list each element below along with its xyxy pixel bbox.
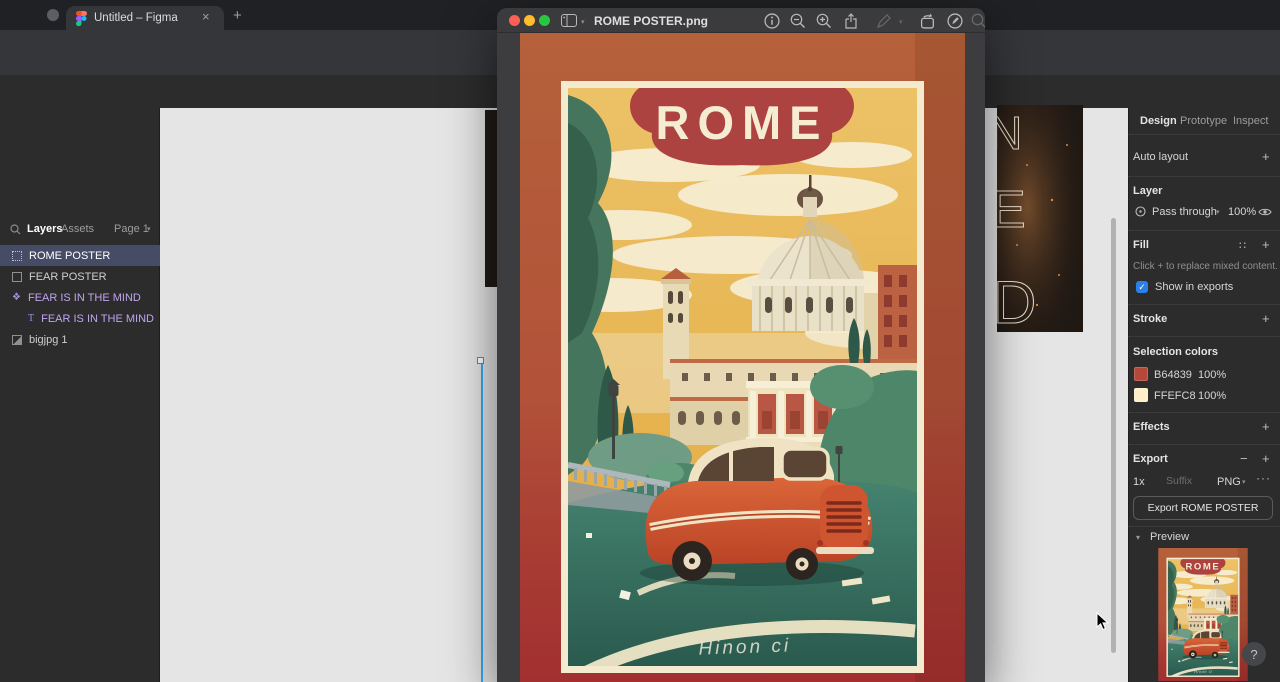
layer-row-fear-poster[interactable]: FEAR POSTER: [0, 266, 160, 287]
sidebar-toggle-icon[interactable]: [561, 14, 577, 27]
selection-colors-label: Selection colors: [1133, 346, 1218, 358]
chevron-down-icon[interactable]: ▾: [581, 18, 585, 26]
color-swatch[interactable]: [1134, 388, 1148, 402]
export-format-select[interactable]: PNG: [1217, 476, 1241, 488]
stroke-section-label: Stroke: [1133, 313, 1167, 325]
selection-handle[interactable]: [477, 357, 484, 364]
tab-assets[interactable]: Assets: [61, 223, 94, 235]
auto-layout-label: Auto layout: [1133, 151, 1188, 163]
window-title: ROME POSTER.png: [594, 14, 708, 28]
fear-letter-d: D: [997, 269, 1036, 332]
minimize-button[interactable]: [524, 15, 535, 26]
add-effect-icon[interactable]: +: [1262, 420, 1270, 433]
chevron-down-icon[interactable]: ▾: [1216, 208, 1220, 216]
divider: [1128, 304, 1280, 305]
tab-design[interactable]: Design: [1140, 115, 1177, 127]
tab-inspect[interactable]: Inspect: [1233, 115, 1268, 127]
export-suffix-input[interactable]: [1164, 474, 1212, 488]
frame-icon: [12, 251, 22, 261]
canvas-scrollbar[interactable]: [1111, 218, 1116, 653]
layer-row-fear-text[interactable]: T FEAR IS IN THE MIND: [0, 308, 160, 329]
add-export-icon[interactable]: +: [1262, 452, 1270, 465]
close-button[interactable]: [509, 15, 520, 26]
zoom-button[interactable]: [539, 15, 550, 26]
color-swatch[interactable]: [1134, 367, 1148, 381]
export-scale[interactable]: 1x: [1133, 476, 1145, 488]
window-close-button[interactable]: [47, 9, 59, 21]
selection-border: [481, 361, 483, 682]
preview-collapse-icon[interactable]: ▾: [1136, 533, 1140, 542]
divider: [1128, 134, 1280, 135]
remove-export-icon[interactable]: −: [1240, 452, 1248, 465]
search-icon[interactable]: [10, 224, 21, 235]
add-auto-layout-icon[interactable]: +: [1262, 150, 1270, 163]
layer-row-rome-poster[interactable]: ROME POSTER: [0, 245, 160, 266]
blend-mode-select[interactable]: Pass through: [1152, 206, 1217, 218]
divider: [1128, 230, 1280, 231]
preview-section-label: Preview: [1150, 531, 1189, 543]
chevron-down-icon[interactable]: ▾: [147, 225, 151, 233]
fill-hint: Click + to replace mixed content.: [1133, 261, 1278, 272]
text-layer-icon: T: [28, 313, 34, 324]
markup-pen-icon[interactable]: [875, 13, 893, 29]
add-fill-icon[interactable]: +: [1262, 238, 1270, 251]
color-hex[interactable]: B64839: [1154, 369, 1192, 381]
fear-letter-n: N: [997, 107, 1022, 159]
divider: [1128, 176, 1280, 177]
new-tab-button[interactable]: +: [233, 8, 242, 23]
image-layer-icon: [12, 335, 22, 345]
chevron-down-icon[interactable]: ▾: [1242, 478, 1246, 486]
color-opacity[interactable]: 100%: [1198, 390, 1226, 402]
export-preview-thumbnail[interactable]: [1158, 548, 1248, 681]
color-opacity[interactable]: 100%: [1198, 369, 1226, 381]
figma-favicon: [76, 11, 87, 26]
export-options-icon[interactable]: ···: [1256, 471, 1271, 485]
divider: [1128, 526, 1280, 527]
blend-mode-icon[interactable]: [1135, 206, 1146, 217]
divider: [1128, 412, 1280, 413]
export-rome-poster-button[interactable]: Export ROME POSTER: [1133, 496, 1273, 520]
tab-prototype[interactable]: Prototype: [1180, 115, 1227, 127]
effects-section-label: Effects: [1133, 421, 1170, 433]
fear-poster-fragment-right[interactable]: N E D: [997, 105, 1083, 332]
export-section-label: Export: [1133, 453, 1168, 465]
frame-icon: [12, 272, 22, 282]
visibility-eye-icon[interactable]: [1258, 207, 1272, 217]
search-icon[interactable]: [970, 13, 985, 29]
layer-opacity[interactable]: 100%: [1228, 206, 1256, 218]
info-icon[interactable]: [763, 13, 781, 29]
rotate-icon[interactable]: [919, 13, 937, 29]
tab-title: Untitled – Figma: [94, 12, 178, 24]
divider: [1128, 336, 1280, 337]
tab-layers[interactable]: Layers: [27, 223, 62, 235]
zoom-out-icon[interactable]: [789, 13, 807, 29]
color-hex[interactable]: FFEFC8: [1154, 390, 1196, 402]
layer-row-fear-component[interactable]: ❖ FEAR IS IN THE MIND: [0, 287, 160, 308]
tab-close-icon[interactable]: ×: [202, 10, 210, 23]
show-in-exports-label: Show in exports: [1155, 281, 1233, 293]
fear-poster-fragment-left[interactable]: [485, 110, 497, 287]
fill-styles-icon[interactable]: ∷: [1239, 239, 1246, 252]
quicklook-titlebar[interactable]: ▾ ROME POSTER.png ▾: [497, 8, 985, 33]
fill-section-label: Fill: [1133, 239, 1149, 251]
quicklook-window: ▾ ROME POSTER.png ▾: [497, 8, 985, 682]
annotate-circle-icon[interactable]: [946, 13, 964, 29]
page-selector[interactable]: Page 1: [114, 223, 149, 235]
layers-panel: Layers Assets Page 1 ▾ ROME POSTER FEAR …: [0, 108, 160, 682]
zoom-in-icon[interactable]: [815, 13, 833, 29]
rome-poster-image[interactable]: [520, 33, 965, 682]
layer-section-label: Layer: [1133, 185, 1162, 197]
share-icon[interactable]: [842, 13, 860, 29]
divider: [1128, 444, 1280, 445]
layer-row-bigjpg[interactable]: bigjpg 1: [0, 329, 160, 350]
fear-letter-e: E: [997, 181, 1026, 239]
mouse-cursor: [1096, 612, 1110, 632]
show-in-exports-checkbox[interactable]: ✓: [1136, 281, 1148, 293]
add-stroke-icon[interactable]: +: [1262, 312, 1270, 325]
chevron-down-icon[interactable]: ▾: [899, 18, 903, 26]
help-button[interactable]: ?: [1242, 642, 1266, 666]
component-icon: ❖: [12, 292, 21, 303]
